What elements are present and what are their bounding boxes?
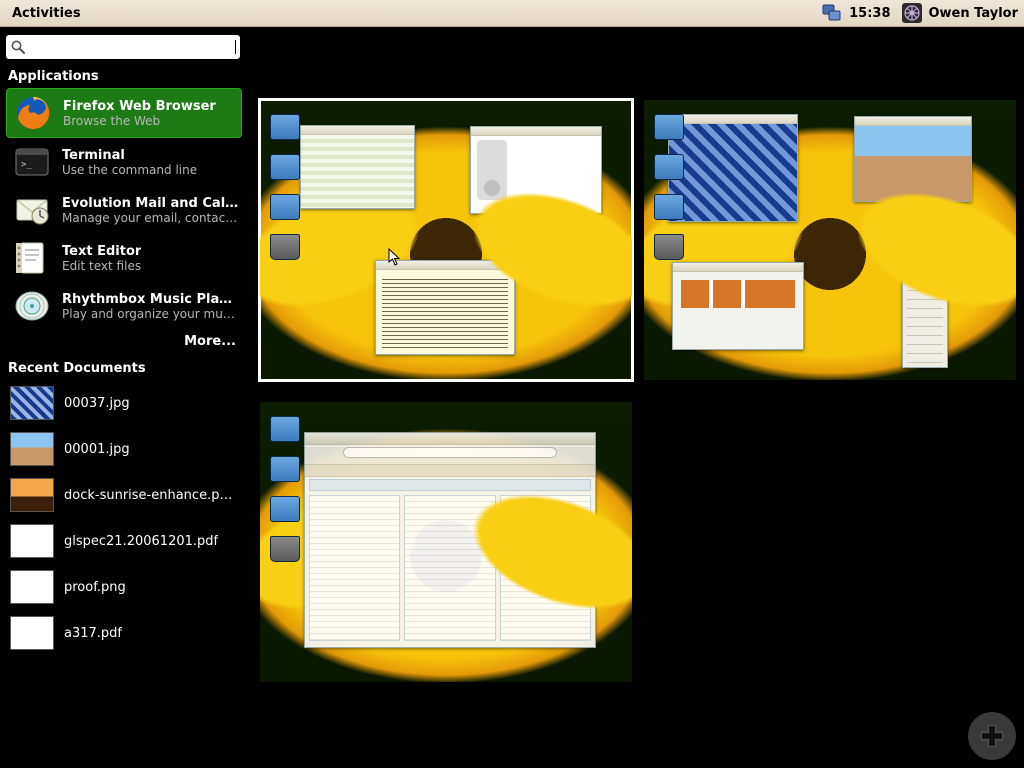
folder-icon [654,194,684,220]
folder-icon [270,416,300,442]
doc-thumb-icon [10,386,54,420]
workspace-2[interactable] [644,100,1016,380]
recent-docs-list: 00037.jpg 00001.jpg dock-sunrise-enhance… [6,380,246,656]
doc-thumb-icon [10,478,54,512]
plus-icon [978,722,1006,750]
window-thumbnail[interactable] [668,114,798,222]
workspace-3[interactable] [260,402,632,682]
app-desc: Play and organize your musi… [62,307,240,321]
folder-icon [270,194,300,220]
doc-thumb-icon [10,432,54,466]
workspace-1[interactable] [260,100,632,380]
app-terminal[interactable]: >_ Terminal Use the command line [6,138,246,186]
folder-icon [270,114,300,140]
app-desc: Edit text files [62,259,141,273]
search-icon [10,39,26,55]
app-rhythmbox[interactable]: Rhythmbox Music Player Play and organize… [6,282,246,330]
window-thumbnail[interactable] [854,116,972,202]
user-avatar-icon [901,2,923,24]
rhythmbox-icon [12,286,52,326]
desktop-icons [270,114,300,260]
app-name: Rhythmbox Music Player [62,292,240,307]
app-desc: Use the command line [62,163,197,177]
recent-doc[interactable]: 00001.jpg [6,426,246,472]
trash-icon [270,536,300,562]
panel-clock[interactable]: 15:38 [821,2,890,24]
doc-name: 00037.jpg [64,396,130,411]
top-panel: Activities 15:38 Owen Tay [0,0,1024,27]
firefox-icon [13,93,53,133]
app-text-editor[interactable]: Text Editor Edit text files [6,234,246,282]
folder-icon [270,496,300,522]
recent-docs-heading: Recent Documents [8,361,244,376]
window-thumbnail[interactable] [672,262,804,350]
applications-list: Firefox Web Browser Browse the Web >_ Te… [6,88,246,351]
window-thumbnail[interactable] [470,126,602,214]
window-thumbnail[interactable] [902,250,948,368]
folder-icon [654,154,684,180]
text-editor-icon [12,238,52,278]
folder-icon [270,154,300,180]
doc-thumb-icon [10,570,54,604]
add-workspace-button[interactable] [968,712,1016,760]
clock-text: 15:38 [849,6,890,21]
recent-doc[interactable]: dock-sunrise-enhance.p… [6,472,246,518]
app-desc: Manage your email, contact… [62,211,240,225]
doc-name: a317.pdf [64,626,122,641]
window-thumbnail[interactable] [304,432,596,648]
overview-sidebar: Applications Firefox Web Browser Browse … [0,27,246,664]
folder-icon [270,456,300,482]
panel-user[interactable]: Owen Taylor [901,2,1019,24]
search-input[interactable] [32,40,229,55]
evolution-icon [12,190,52,230]
app-firefox[interactable]: Firefox Web Browser Browse the Web [6,88,242,138]
network-icon [821,2,843,24]
trash-icon [270,234,300,260]
applications-heading: Applications [8,69,244,84]
terminal-icon: >_ [12,142,52,182]
recent-doc[interactable]: glspec21.20061201.pdf [6,518,246,564]
app-desc: Browse the Web [63,114,216,128]
desktop-icons [654,114,684,260]
caret-icon [235,40,236,54]
workspace-grid [260,100,1016,682]
doc-name: dock-sunrise-enhance.p… [64,488,232,503]
doc-name: glspec21.20061201.pdf [64,534,218,549]
doc-thumb-icon [10,524,54,558]
window-thumbnail[interactable] [375,260,515,355]
desktop-icons [270,416,300,562]
folder-icon [654,114,684,140]
app-name: Terminal [62,148,197,163]
app-evolution[interactable]: Evolution Mail and Cale… Manage your ema… [6,186,246,234]
trash-icon [654,234,684,260]
doc-thumb-icon [10,616,54,650]
app-name: Evolution Mail and Cale… [62,196,240,211]
app-name: Text Editor [62,244,141,259]
svg-text:>_: >_ [21,160,32,170]
recent-doc[interactable]: 00037.jpg [6,380,246,426]
search-box[interactable] [6,35,240,59]
more-apps-link[interactable]: More... [6,330,246,351]
window-thumbnail[interactable] [300,125,415,209]
doc-name: proof.png [64,580,126,595]
activities-button[interactable]: Activities [6,3,87,24]
app-name: Firefox Web Browser [63,99,216,114]
doc-name: 00001.jpg [64,442,130,457]
recent-doc[interactable]: proof.png [6,564,246,610]
user-name: Owen Taylor [929,6,1019,21]
recent-doc[interactable]: a317.pdf [6,610,246,656]
